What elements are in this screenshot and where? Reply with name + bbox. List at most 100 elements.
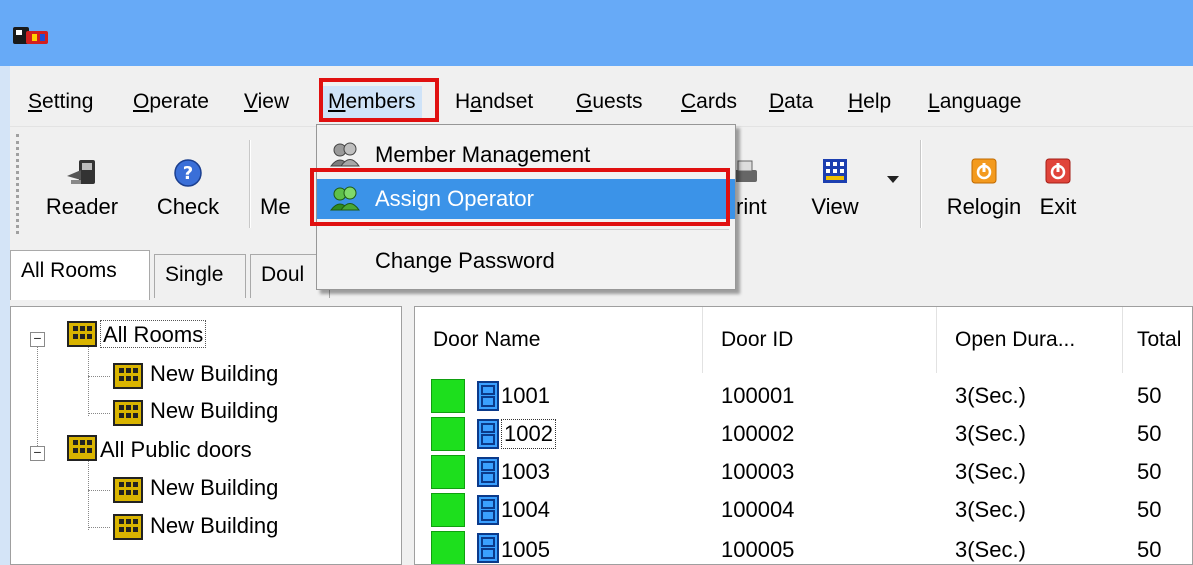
tree-line xyxy=(88,413,110,414)
table-cell-door-id: 100002 xyxy=(721,421,795,446)
highlight-box-members xyxy=(319,78,439,122)
exit-power-icon xyxy=(1045,158,1071,184)
panel-splitter[interactable] xyxy=(402,306,414,565)
door-status-indicator xyxy=(431,417,465,451)
tree-node-building[interactable]: New Building xyxy=(150,512,278,540)
print-label: rint xyxy=(736,194,767,219)
toolbar-grip xyxy=(16,134,19,234)
table-cell-total: 50 xyxy=(1137,383,1162,408)
relogin-label: Relogin xyxy=(946,194,1022,219)
door-icon xyxy=(477,495,499,525)
grid-view-icon xyxy=(823,159,847,183)
table-cell-door-id: 100004 xyxy=(721,497,795,522)
menu-data[interactable]: Data xyxy=(763,86,819,118)
table-cell-total: 50 xyxy=(1137,421,1162,446)
tree-node-building[interactable]: New Building xyxy=(150,360,278,388)
toolbar-separator xyxy=(249,140,251,228)
tree-line xyxy=(88,460,89,530)
tree-line xyxy=(88,376,110,377)
title-bar xyxy=(0,0,1193,66)
table-cell-door-id: 100005 xyxy=(721,537,795,562)
menu-item-label: Change Password xyxy=(375,248,555,273)
menu-view[interactable]: View xyxy=(238,86,295,118)
building-icon xyxy=(67,435,97,461)
reader-button[interactable]: Reader xyxy=(40,154,124,234)
table-cell-door-name[interactable]: 1002 xyxy=(501,419,556,449)
door-icon xyxy=(477,457,499,487)
table-cell-total: 50 xyxy=(1137,497,1162,522)
tree-collapse-toggle[interactable]: − xyxy=(30,445,45,461)
view-button[interactable]: View xyxy=(800,154,870,234)
print-button[interactable]: rint xyxy=(728,154,782,234)
table-cell-door-name[interactable]: 1005 xyxy=(501,535,550,564)
building-icon xyxy=(67,321,97,347)
menu-cards[interactable]: Cards xyxy=(675,86,743,118)
exit-button[interactable]: Exit xyxy=(1030,154,1086,234)
menu-operate[interactable]: Operate xyxy=(127,86,215,118)
door-list[interactable]: Door Name Door ID Open Dura... Total 100… xyxy=(414,306,1193,565)
power-icon xyxy=(971,158,997,184)
members-toolbar-button[interactable]: Me xyxy=(258,154,318,234)
check-button[interactable]: ? Check xyxy=(150,154,226,234)
check-label: Check xyxy=(156,194,220,219)
tree-node-all-rooms[interactable]: All Rooms xyxy=(100,320,207,348)
highlight-box-assign-operator xyxy=(310,168,730,226)
table-cell-door-id: 100001 xyxy=(721,383,795,408)
view-label: View xyxy=(811,194,859,219)
svg-text:?: ? xyxy=(183,163,193,184)
view-dropdown-arrow[interactable] xyxy=(882,170,904,190)
table-cell-duration: 3(Sec.) xyxy=(955,537,1026,562)
relogin-button[interactable]: Relogin xyxy=(940,154,1028,234)
door-icon xyxy=(477,381,499,411)
table-cell-door-name[interactable]: 1004 xyxy=(501,495,550,525)
door-status-indicator xyxy=(431,455,465,489)
table-cell-duration: 3(Sec.) xyxy=(955,497,1026,522)
column-header-door-name[interactable]: Door Name xyxy=(415,307,703,373)
column-header-total[interactable]: Total xyxy=(1123,307,1192,373)
door-icon xyxy=(477,419,499,449)
tree-node-building[interactable]: New Building xyxy=(150,397,278,425)
table-cell-total: 50 xyxy=(1137,537,1162,562)
table-cell-duration: 3(Sec.) xyxy=(955,459,1026,484)
table-cell-door-id: 100003 xyxy=(721,459,795,484)
tab-single[interactable]: Single xyxy=(154,254,246,298)
tree-line xyxy=(88,346,89,416)
door-status-indicator xyxy=(431,493,465,527)
column-header-door-id[interactable]: Door ID xyxy=(703,307,937,373)
table-cell-duration: 3(Sec.) xyxy=(955,421,1026,446)
reader-label: Reader xyxy=(45,194,119,219)
toolbar-separator xyxy=(920,140,922,228)
window-border xyxy=(0,66,10,565)
exit-label: Exit xyxy=(1039,194,1077,219)
menu-language[interactable]: Language xyxy=(922,86,1027,118)
menu-setting[interactable]: Setting xyxy=(22,86,99,118)
chevron-down-icon xyxy=(887,176,899,183)
tree-node-building[interactable]: New Building xyxy=(150,474,278,502)
menu-separator xyxy=(369,229,729,230)
door-icon xyxy=(477,533,499,563)
door-status-indicator xyxy=(431,531,465,564)
menu-handset[interactable]: Handset xyxy=(449,86,539,118)
column-header-open-duration[interactable]: Open Dura... xyxy=(937,307,1123,373)
building-icon xyxy=(113,363,143,389)
table-cell-door-name[interactable]: 1003 xyxy=(501,457,550,487)
tree-line xyxy=(88,527,110,528)
menu-item-change-password[interactable]: Change Password xyxy=(317,241,735,281)
table-cell-duration: 3(Sec.) xyxy=(955,383,1026,408)
building-icon xyxy=(113,400,143,426)
building-icon xyxy=(113,477,143,503)
tree-node-public-doors[interactable]: All Public doors xyxy=(100,436,252,464)
menu-guests[interactable]: Guests xyxy=(570,86,649,118)
reader-icon xyxy=(67,160,95,184)
table-cell-door-name[interactable]: 1001 xyxy=(501,381,550,411)
tree-collapse-toggle[interactable]: − xyxy=(30,331,45,347)
tree-line xyxy=(88,490,110,491)
menu-help[interactable]: Help xyxy=(842,86,897,118)
members-icon xyxy=(329,142,360,167)
table-cell-total: 50 xyxy=(1137,459,1162,484)
tab-all-rooms[interactable]: All Rooms xyxy=(10,250,150,300)
app-icon xyxy=(13,27,48,44)
help-check-icon: ? xyxy=(174,159,202,187)
building-icon xyxy=(113,514,143,540)
tree-line xyxy=(37,346,38,456)
